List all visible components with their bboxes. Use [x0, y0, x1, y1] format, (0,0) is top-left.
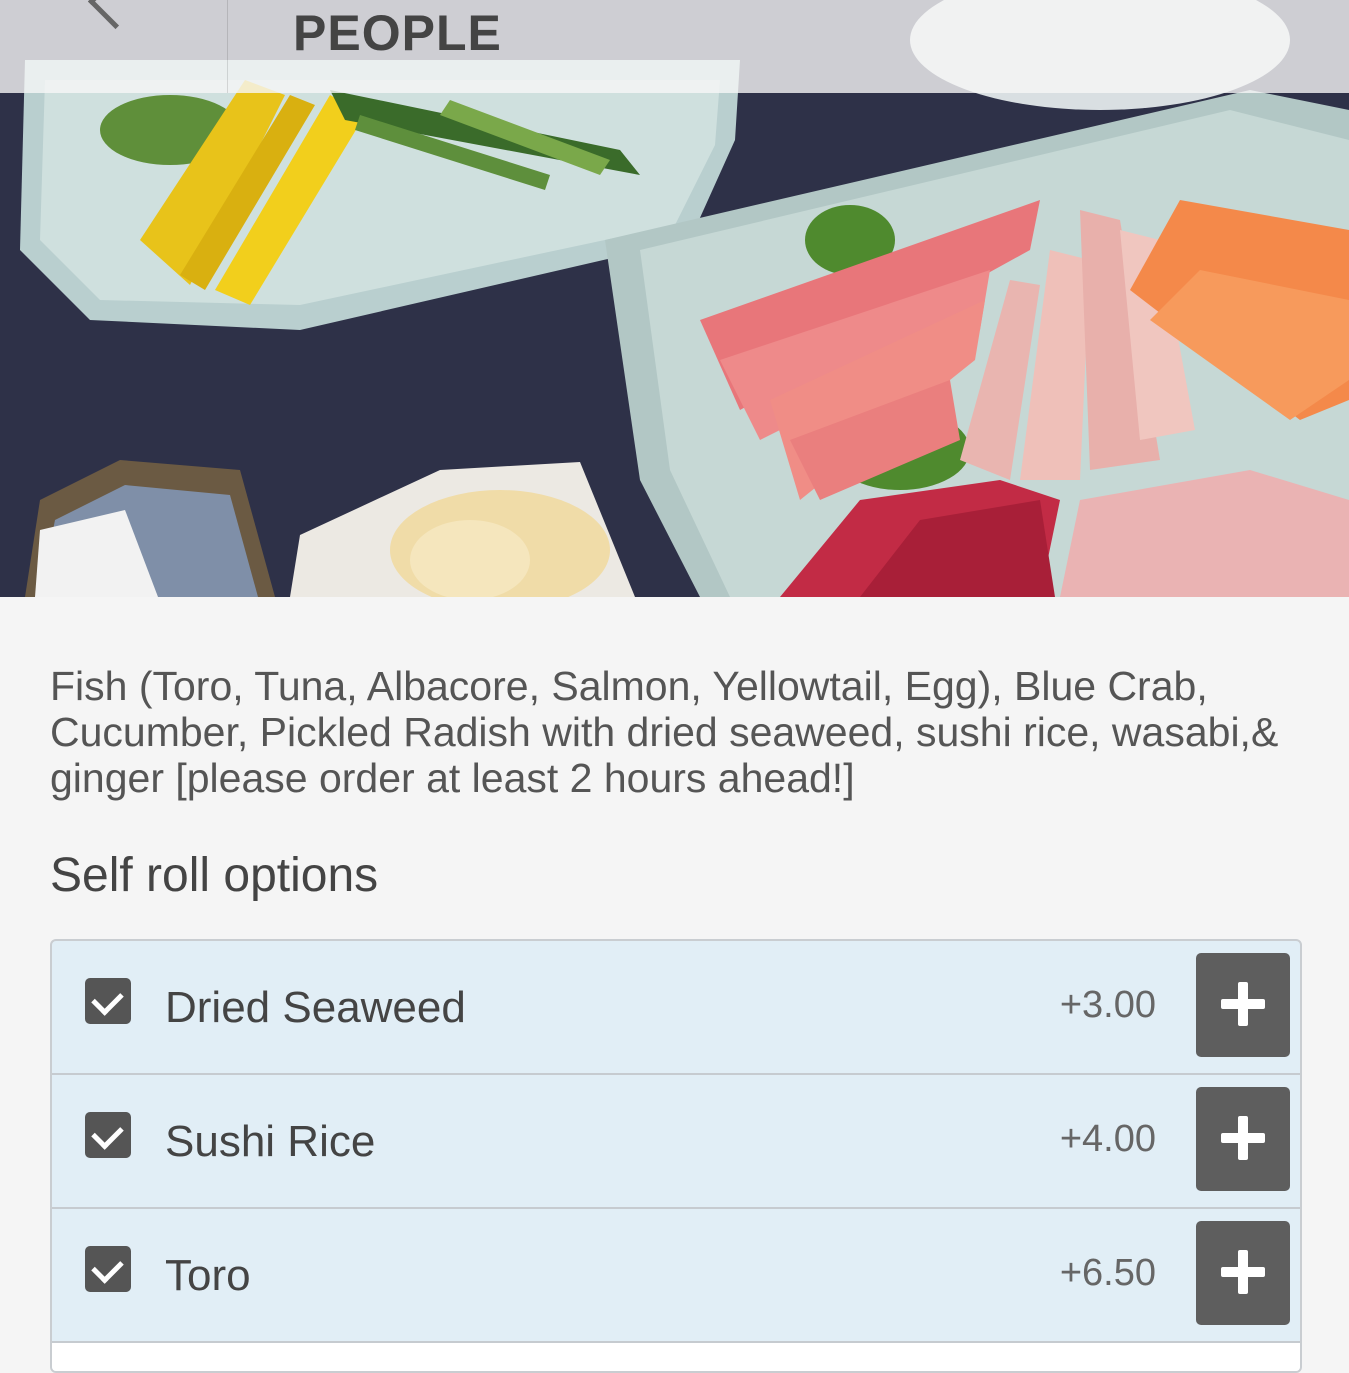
- option-price: +6.50: [1059, 1252, 1156, 1294]
- option-price: +4.00: [1059, 1118, 1156, 1160]
- option-label: Toro: [165, 1251, 251, 1300]
- checkbox-checked-icon[interactable]: [85, 978, 131, 1024]
- option-label: Dried Seaweed: [165, 983, 466, 1032]
- chevron-left-icon: [87, 0, 144, 30]
- checkbox-checked-icon[interactable]: [85, 1246, 131, 1292]
- option-label: Sushi Rice: [165, 1117, 376, 1166]
- option-row-partial: [52, 1343, 1300, 1371]
- option-row[interactable]: Sushi Rice +4.00: [52, 1075, 1300, 1209]
- checkbox-checked-icon[interactable]: [85, 1112, 131, 1158]
- plus-icon-button[interactable]: [1196, 1087, 1290, 1191]
- option-price: +3.00: [1059, 984, 1156, 1026]
- plus-icon-button[interactable]: [1196, 1221, 1290, 1325]
- back-button[interactable]: [0, 0, 228, 93]
- option-row[interactable]: Toro +6.50: [52, 1209, 1300, 1343]
- top-bar: PEOPLE: [0, 0, 1349, 93]
- item-description: Fish (Toro, Tuna, Albacore, Salmon, Yell…: [50, 663, 1279, 801]
- options-section-title: Self roll options: [50, 849, 379, 902]
- options-list: Dried Seaweed +3.00 Sushi Rice +4.00 Tor…: [50, 939, 1302, 1373]
- plus-icon-button[interactable]: [1196, 953, 1290, 1057]
- option-row[interactable]: Dried Seaweed +3.00: [52, 941, 1300, 1075]
- page-title: PEOPLE: [293, 5, 502, 61]
